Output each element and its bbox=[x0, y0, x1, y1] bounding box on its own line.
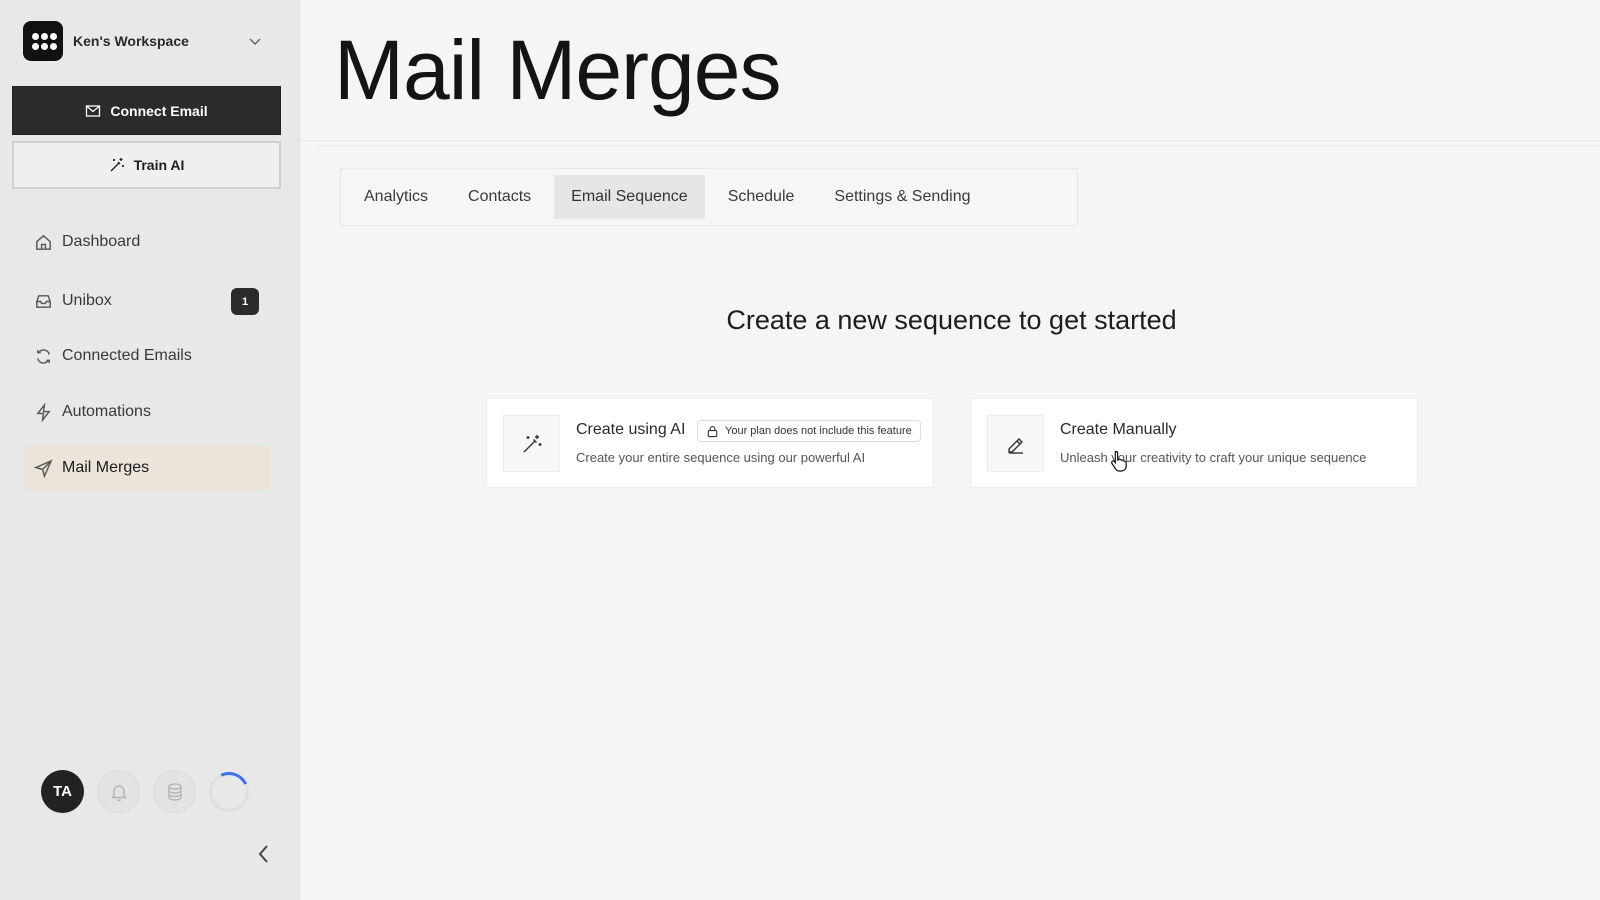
lock-icon bbox=[707, 425, 718, 437]
magic-wand-icon bbox=[523, 434, 541, 452]
notifications-button[interactable] bbox=[97, 770, 140, 813]
divider bbox=[300, 140, 1600, 141]
collapse-sidebar-icon[interactable] bbox=[254, 842, 274, 866]
tab-schedule[interactable]: Schedule bbox=[711, 175, 812, 219]
sidebar-item-label: Mail Merges bbox=[62, 459, 150, 476]
pencil-icon bbox=[1007, 437, 1023, 454]
card-icon-box bbox=[503, 415, 560, 472]
divider bbox=[318, 145, 1600, 146]
train-ai-label: Train AI bbox=[133, 157, 185, 173]
sidebar-item-label: Automations bbox=[62, 403, 151, 420]
chevron-down-icon[interactable] bbox=[247, 33, 263, 49]
empty-state-headline: Create a new sequence to get started bbox=[726, 305, 1177, 335]
database-button[interactable] bbox=[153, 770, 196, 813]
card-subtitle: Unleash your creativity to craft your un… bbox=[1060, 450, 1367, 465]
mail-icon bbox=[86, 104, 101, 117]
workspace-name: Ken's Workspace bbox=[73, 33, 189, 49]
connect-email-button[interactable]: Connect Email bbox=[12, 86, 281, 135]
magic-wand-icon bbox=[110, 158, 124, 172]
train-ai-button[interactable]: Train AI bbox=[12, 141, 281, 189]
sidebar-item-label: Dashboard bbox=[62, 233, 141, 250]
lightning-icon bbox=[36, 402, 51, 422]
page-title: Mail Merges bbox=[334, 23, 781, 117]
sidebar-item-automations[interactable]: Automations bbox=[24, 390, 270, 434]
tab-analytics[interactable]: Analytics bbox=[347, 175, 445, 219]
home-icon bbox=[36, 234, 51, 250]
sidebar-item-mail-merges[interactable]: Mail Merges bbox=[24, 446, 270, 490]
sidebar-item-dashboard[interactable]: Dashboard bbox=[24, 220, 270, 264]
card-title: Create Manually bbox=[1060, 421, 1177, 438]
send-icon bbox=[34, 459, 53, 478]
plan-restriction-badge: Your plan does not include this feature bbox=[697, 420, 921, 442]
sidebar-item-connected-emails[interactable]: Connected Emails bbox=[24, 334, 270, 378]
connect-email-label: Connect Email bbox=[110, 102, 208, 119]
create-using-ai-card[interactable]: Create using AI Your plan does not inclu… bbox=[486, 398, 934, 488]
sidebar: Ken's Workspace Connect Email Train AI D… bbox=[0, 0, 300, 900]
card-icon-box bbox=[987, 415, 1044, 472]
refresh-icon bbox=[37, 348, 50, 364]
workspace-switcher[interactable]: Ken's Workspace bbox=[23, 21, 263, 61]
sidebar-footer: TA bbox=[41, 765, 255, 818]
workspace-logo bbox=[23, 21, 63, 61]
sidebar-item-label: Connected Emails bbox=[62, 347, 192, 364]
bell-icon bbox=[110, 784, 127, 801]
hand-pointer-cursor-icon bbox=[1111, 450, 1127, 472]
tab-bar: Analytics Contacts Email Sequence Schedu… bbox=[340, 168, 1078, 226]
avatar[interactable]: TA bbox=[41, 770, 84, 813]
create-manually-card[interactable]: Create Manually Unleash your creativity … bbox=[970, 398, 1418, 488]
tab-email-sequence[interactable]: Email Sequence bbox=[554, 175, 705, 219]
database-icon bbox=[167, 782, 182, 801]
card-subtitle: Create your entire sequence using our po… bbox=[576, 450, 866, 465]
tab-settings-sending[interactable]: Settings & Sending bbox=[817, 175, 987, 219]
plan-restriction-text: Your plan does not include this feature bbox=[725, 425, 912, 437]
loading-spinner-icon bbox=[203, 765, 255, 818]
tab-contacts[interactable]: Contacts bbox=[451, 175, 548, 219]
card-title: Create using AI bbox=[576, 421, 686, 438]
